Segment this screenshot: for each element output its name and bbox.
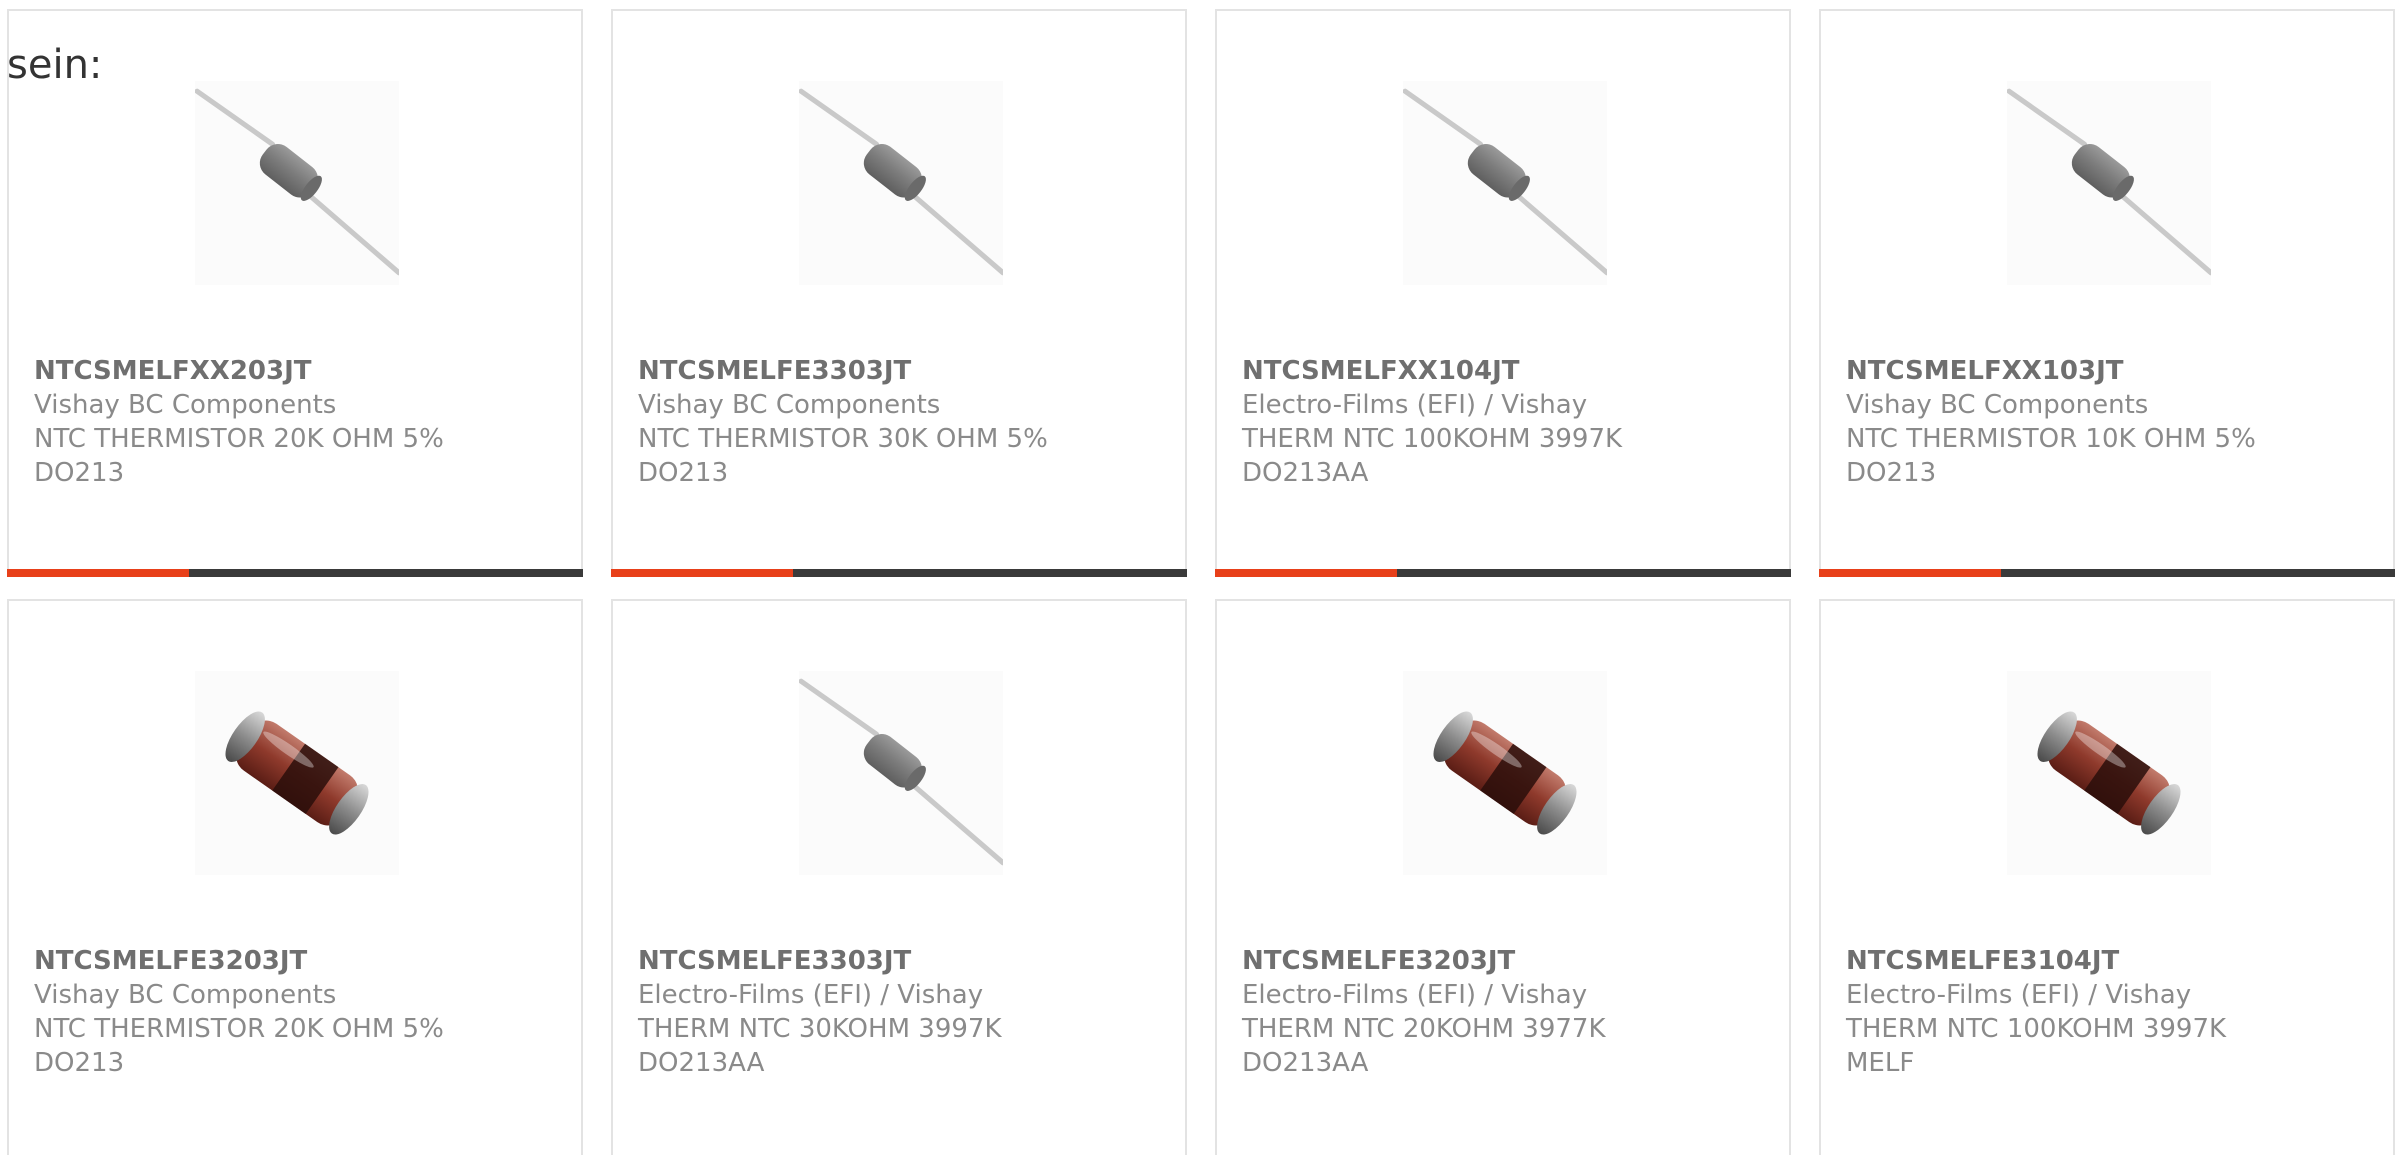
part-number: NTCSMELFE3303JT [638, 946, 912, 976]
product-card[interactable]: NTCSMELFXX104JT Electro-Films (EFI) / Vi… [1215, 9, 1791, 577]
description: THERM NTC 20KOHM 3977K [1242, 1014, 1606, 1044]
description: NTC THERMISTOR 20K OHM 5% [34, 1014, 444, 1044]
package: DO213 [34, 458, 125, 488]
package: DO213AA [1242, 458, 1369, 488]
intro-text: sein: [7, 42, 103, 88]
manufacturer: Electro-Films (EFI) / Vishay [1846, 980, 2192, 1010]
part-number: NTCSMELFXX104JT [1242, 356, 1520, 386]
manufacturer: Vishay BC Components [34, 980, 337, 1010]
axial-thermistor-icon [1403, 81, 1607, 285]
axial-thermistor-icon [799, 81, 1003, 285]
product-card[interactable]: NTCSMELFE3303JT Vishay BC Components NTC… [611, 9, 1187, 577]
axial-thermistor-icon [799, 671, 1003, 875]
product-card[interactable]: NTCSMELFE3104JT Electro-Films (EFI) / Vi… [1819, 599, 2395, 1155]
card-accent-bar [1819, 569, 2395, 577]
package: DO213AA [1242, 1048, 1369, 1078]
description: NTC THERMISTOR 10K OHM 5% [1846, 424, 2256, 454]
manufacturer: Electro-Films (EFI) / Vishay [1242, 390, 1588, 420]
product-card[interactable]: NTCSMELFE3203JT Electro-Films (EFI) / Vi… [1215, 599, 1791, 1155]
description: THERM NTC 30KOHM 3997K [638, 1014, 1002, 1044]
manufacturer: Vishay BC Components [1846, 390, 2149, 420]
manufacturer: Electro-Films (EFI) / Vishay [1242, 980, 1588, 1010]
manufacturer: Vishay BC Components [638, 390, 941, 420]
axial-thermistor-icon [2007, 81, 2211, 285]
package: DO213 [34, 1048, 125, 1078]
melf-thermistor-icon [195, 671, 399, 875]
card-accent-bar [1215, 569, 1791, 577]
product-card[interactable]: NTCSMELFE3203JT Vishay BC Components NTC… [7, 599, 583, 1155]
manufacturer: Electro-Films (EFI) / Vishay [638, 980, 984, 1010]
package: DO213AA [638, 1048, 765, 1078]
part-number: NTCSMELFXX203JT [34, 356, 312, 386]
part-number: NTCSMELFE3203JT [34, 946, 308, 976]
description: THERM NTC 100KOHM 3997K [1846, 1014, 2227, 1044]
part-number: NTCSMELFE3104JT [1846, 946, 2120, 976]
product-card[interactable]: NTCSMELFXX103JT Vishay BC Components NTC… [1819, 9, 2395, 577]
axial-thermistor-icon [195, 81, 399, 285]
part-number: NTCSMELFXX103JT [1846, 356, 2124, 386]
manufacturer: Vishay BC Components [34, 390, 337, 420]
card-accent-bar [7, 569, 583, 577]
package: DO213 [638, 458, 729, 488]
part-number: NTCSMELFE3303JT [638, 356, 912, 386]
product-card[interactable]: NTCSMELFXX203JT Vishay BC Components NTC… [7, 9, 583, 577]
description: THERM NTC 100KOHM 3997K [1242, 424, 1623, 454]
package: DO213 [1846, 458, 1937, 488]
product-grid-page: sein: NTCSMELFXX203JT Vishay BC Componen… [0, 0, 2400, 1155]
melf-thermistor-icon [1403, 671, 1607, 875]
melf-thermistor-icon [2007, 671, 2211, 875]
description: NTC THERMISTOR 20K OHM 5% [34, 424, 444, 454]
description: NTC THERMISTOR 30K OHM 5% [638, 424, 1048, 454]
part-number: NTCSMELFE3203JT [1242, 946, 1516, 976]
product-card[interactable]: NTCSMELFE3303JT Electro-Films (EFI) / Vi… [611, 599, 1187, 1155]
package: MELF [1846, 1048, 1915, 1078]
card-accent-bar [611, 569, 1187, 577]
